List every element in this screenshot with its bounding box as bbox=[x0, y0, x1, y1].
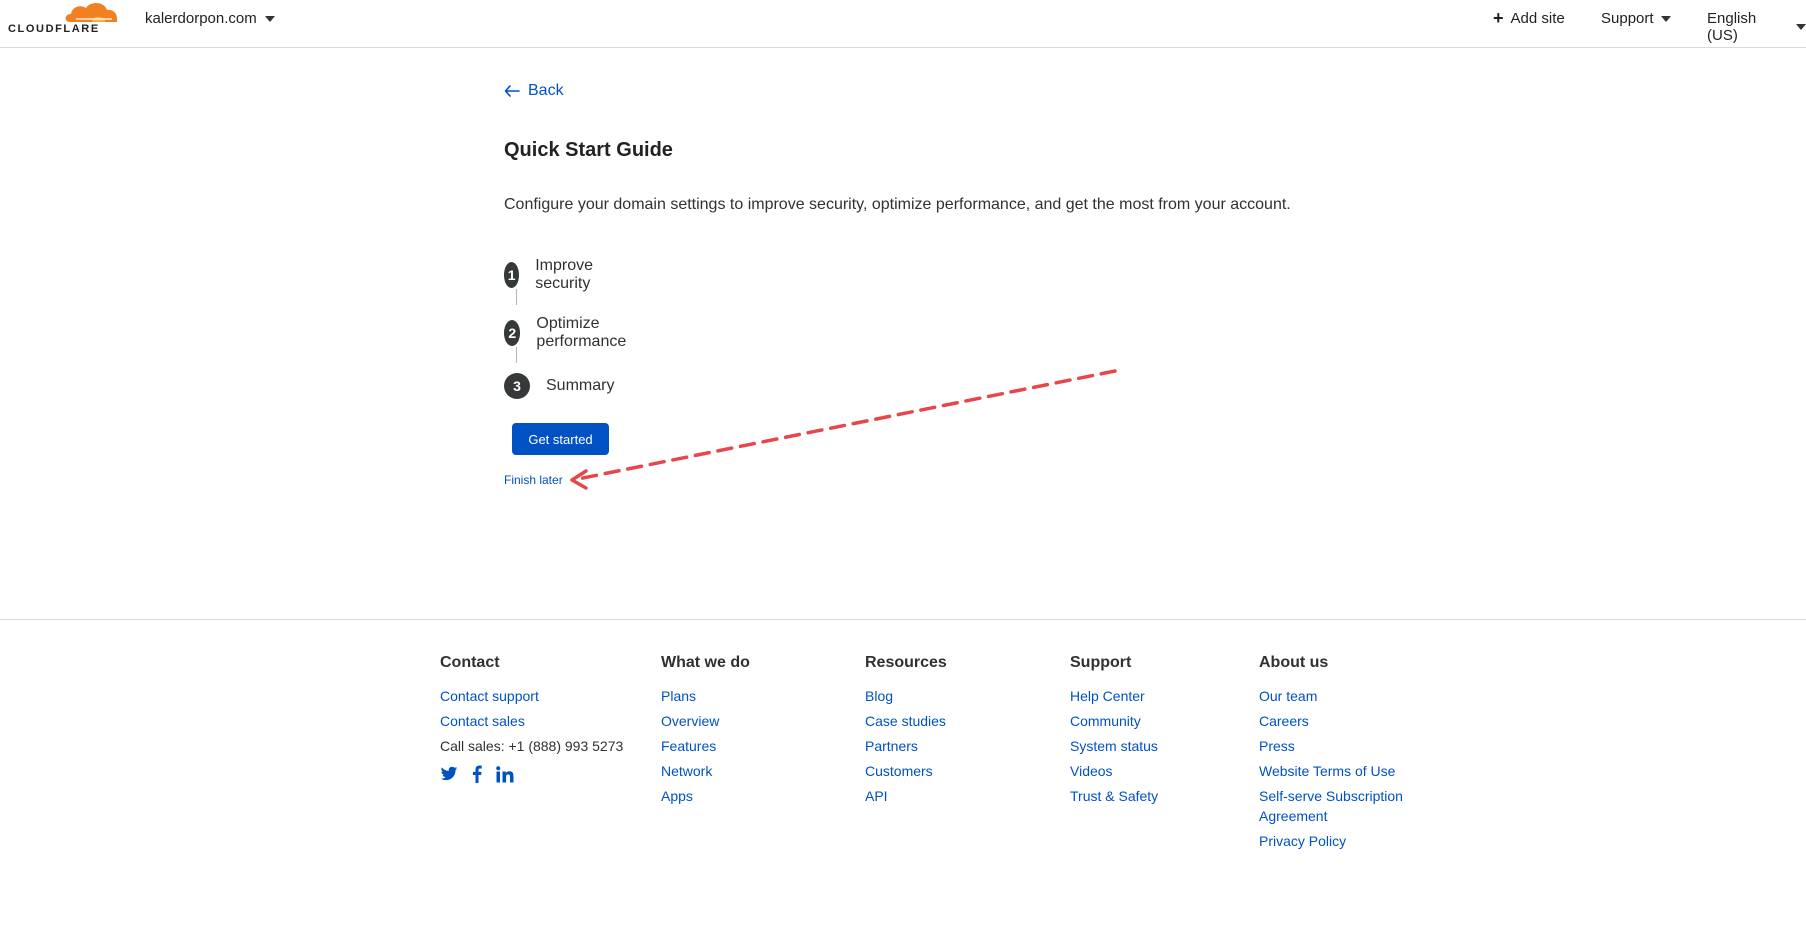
page-title: Quick Start Guide bbox=[504, 139, 673, 161]
top-navigation-bar: CLOUDFLARE kalerdorpon.com + Add site Su… bbox=[0, 0, 1806, 48]
step-item: 1 Improve security bbox=[504, 257, 604, 293]
step-item: 2 Optimize performance bbox=[504, 315, 636, 351]
zone-selector[interactable]: kalerdorpon.com bbox=[145, 10, 275, 27]
support-label: Support bbox=[1601, 10, 1654, 27]
call-sales-text: Call sales: +1 (888) 993 5273 bbox=[440, 738, 624, 754]
chevron-down-icon bbox=[1660, 15, 1671, 22]
footer-link[interactable]: Blog bbox=[865, 686, 947, 706]
add-site-label: Add site bbox=[1510, 10, 1565, 27]
footer-column-title: Resources bbox=[865, 654, 947, 671]
language-label: English (US) bbox=[1707, 10, 1757, 44]
plus-icon: + bbox=[1493, 8, 1504, 28]
footer-link[interactable]: Privacy Policy bbox=[1259, 831, 1403, 851]
footer-column-contact: Contact Contact support Contact sales Ca… bbox=[440, 654, 623, 783]
page-description: Configure your domain settings to improv… bbox=[504, 196, 1291, 213]
step-connector bbox=[516, 289, 517, 305]
step-label: Optimize performance bbox=[536, 315, 627, 350]
footer-link[interactable]: Trust & Safety bbox=[1070, 786, 1158, 806]
footer-link[interactable]: Help Center bbox=[1070, 686, 1158, 706]
step-label: Improve security bbox=[535, 257, 593, 292]
footer-link[interactable]: Overview bbox=[661, 711, 750, 731]
step-number: 2 bbox=[504, 320, 521, 346]
step-label: Summary bbox=[546, 377, 615, 394]
footer-link[interactable]: Videos bbox=[1070, 761, 1158, 781]
footer-link[interactable]: Customers bbox=[865, 761, 947, 781]
step-number: 3 bbox=[504, 373, 530, 399]
footer-link[interactable]: Careers bbox=[1259, 711, 1403, 731]
footer-column-resources: Resources Blog Case studies Partners Cus… bbox=[865, 654, 947, 811]
footer-link[interactable]: Website Terms of Use bbox=[1259, 761, 1403, 781]
footer-link[interactable]: Plans bbox=[661, 686, 750, 706]
footer-link[interactable]: Network bbox=[661, 761, 750, 781]
add-site-button[interactable]: + Add site bbox=[1493, 8, 1565, 28]
logo-text: CLOUDFLARE bbox=[8, 23, 100, 35]
footer-column-title: Support bbox=[1070, 654, 1132, 671]
social-links bbox=[440, 765, 623, 783]
twitter-icon[interactable] bbox=[440, 766, 458, 782]
footer-column-support: Support Help Center Community System sta… bbox=[1070, 654, 1158, 811]
footer-link[interactable]: Press bbox=[1259, 736, 1403, 756]
footer-link[interactable]: Self-serve Subscription bbox=[1259, 786, 1403, 806]
footer-column-title: Contact bbox=[440, 654, 500, 671]
footer-link[interactable]: API bbox=[865, 786, 947, 806]
footer-divider bbox=[0, 619, 1806, 620]
footer-link[interactable]: Agreement bbox=[1259, 806, 1403, 826]
cloud-icon bbox=[65, 2, 118, 22]
footer-link[interactable]: System status bbox=[1070, 736, 1158, 756]
finish-later-link[interactable]: Finish later bbox=[504, 473, 563, 487]
footer-column-title: About us bbox=[1259, 654, 1329, 671]
back-label: Back bbox=[528, 82, 564, 99]
zone-name: kalerdorpon.com bbox=[145, 10, 257, 27]
footer-link[interactable]: Our team bbox=[1259, 686, 1403, 706]
step-item: 3 Summary bbox=[504, 373, 614, 399]
facebook-icon[interactable] bbox=[472, 765, 482, 783]
chevron-down-icon bbox=[1796, 24, 1806, 30]
footer-column-about-us: About us Our team Careers Press Website … bbox=[1259, 654, 1403, 856]
support-dropdown[interactable]: Support bbox=[1601, 10, 1671, 27]
step-connector bbox=[516, 347, 517, 363]
get-started-button[interactable]: Get started bbox=[512, 423, 609, 455]
cloudflare-logo[interactable]: CLOUDFLARE bbox=[6, 0, 118, 40]
linkedin-icon[interactable] bbox=[496, 765, 514, 783]
footer-link[interactable]: Contact support bbox=[440, 686, 623, 706]
footer-link[interactable]: Contact sales bbox=[440, 711, 623, 731]
back-link[interactable]: Back bbox=[504, 82, 564, 100]
footer-column-title: What we do bbox=[661, 654, 750, 671]
arrow-left-icon bbox=[504, 85, 520, 97]
footer-link[interactable]: Community bbox=[1070, 711, 1158, 731]
footer-link[interactable]: Partners bbox=[865, 736, 947, 756]
step-number: 1 bbox=[504, 262, 520, 288]
footer-link[interactable]: Case studies bbox=[865, 711, 947, 731]
footer-link[interactable]: Apps bbox=[661, 786, 750, 806]
footer-link[interactable]: Features bbox=[661, 736, 750, 756]
footer-column-what-we-do: What we do Plans Overview Features Netwo… bbox=[661, 654, 750, 811]
language-dropdown[interactable]: English (US) bbox=[1707, 10, 1806, 44]
chevron-down-icon bbox=[264, 15, 275, 22]
